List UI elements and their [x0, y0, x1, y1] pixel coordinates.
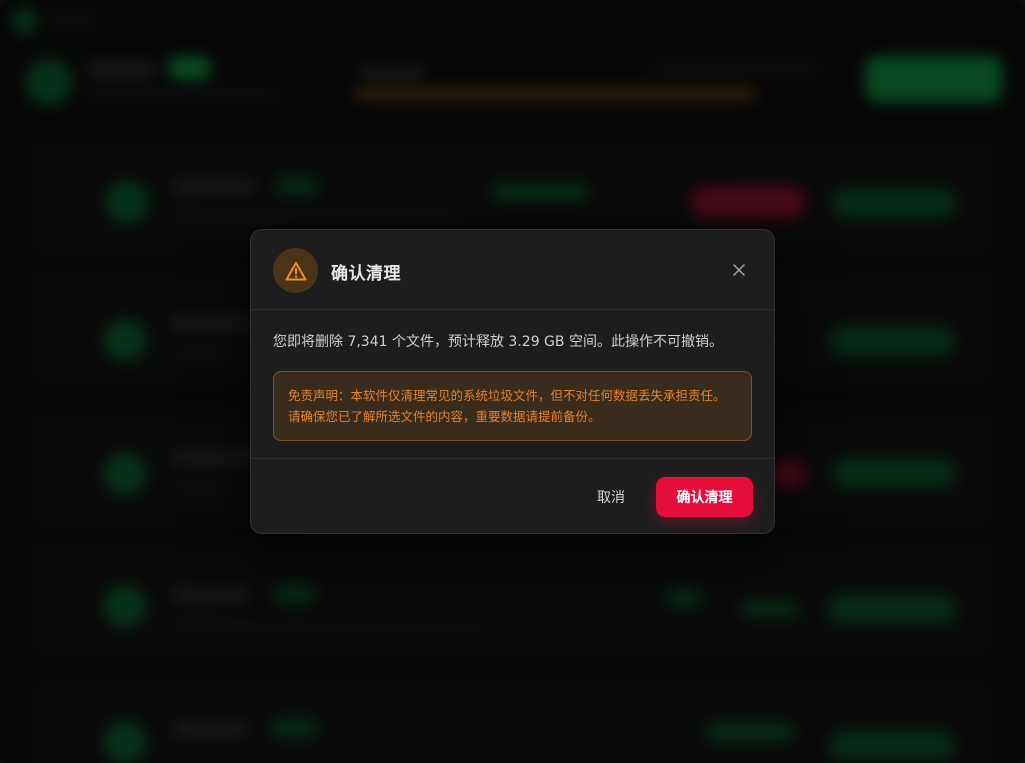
cancel-button[interactable]: 取消	[579, 477, 643, 517]
dialog-title: 确认清理	[331, 264, 401, 284]
close-icon[interactable]	[730, 261, 748, 279]
confirm-cleanup-button[interactable]: 确认清理	[656, 477, 753, 517]
dialog-message: 您即将删除 7,341 个文件，预计释放 3.29 GB 空间。此操作不可撤销。	[273, 334, 723, 350]
dialog-body: 您即将删除 7,341 个文件，预计释放 3.29 GB 空间。此操作不可撤销。…	[251, 310, 774, 459]
dialog-header: 确认清理	[251, 230, 774, 310]
warning-icon	[273, 248, 318, 293]
disclaimer-notice: 免责声明：本软件仅清理常见的系统垃圾文件，但不对任何数据丢失承担责任。请确保您已…	[273, 371, 752, 441]
confirm-cleanup-dialog: 确认清理 您即将删除 7,341 个文件，预计释放 3.29 GB 空间。此操作…	[250, 229, 775, 534]
app-window: 确认清理 您即将删除 7,341 个文件，预计释放 3.29 GB 空间。此操作…	[0, 0, 1025, 763]
